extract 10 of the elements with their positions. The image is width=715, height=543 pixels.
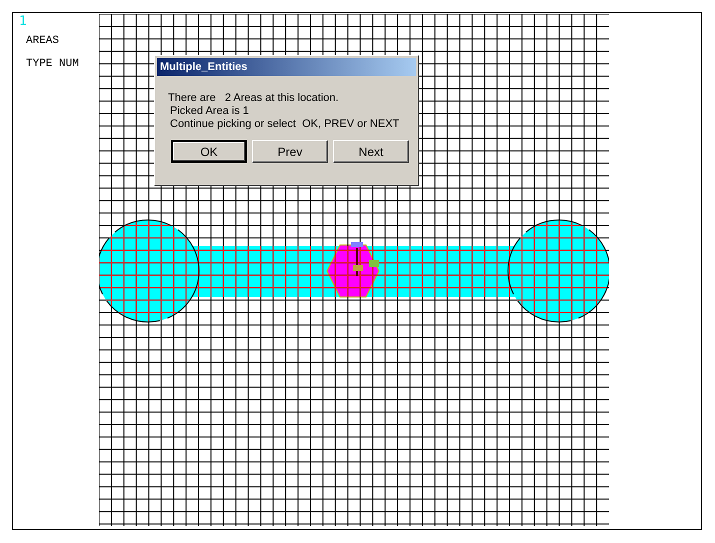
dialog-button[interactable]: OK (171, 140, 247, 163)
legend-text: TYPE NUM (26, 57, 80, 72)
message-text: Picked Area is 1 (169, 105, 250, 118)
legend-text: AREAS (26, 34, 60, 49)
message-text: There are 2 Areas at this location. (168, 92, 340, 105)
dialog-title: Multiple_Entities (157, 58, 416, 76)
dialog-button[interactable]: Next (333, 140, 409, 163)
dialog-button[interactable]: Prev (252, 140, 328, 163)
message-text: Continue picking or select OK, PREV or NEXT (169, 118, 400, 131)
viewport-number: 1 (19, 15, 28, 28)
